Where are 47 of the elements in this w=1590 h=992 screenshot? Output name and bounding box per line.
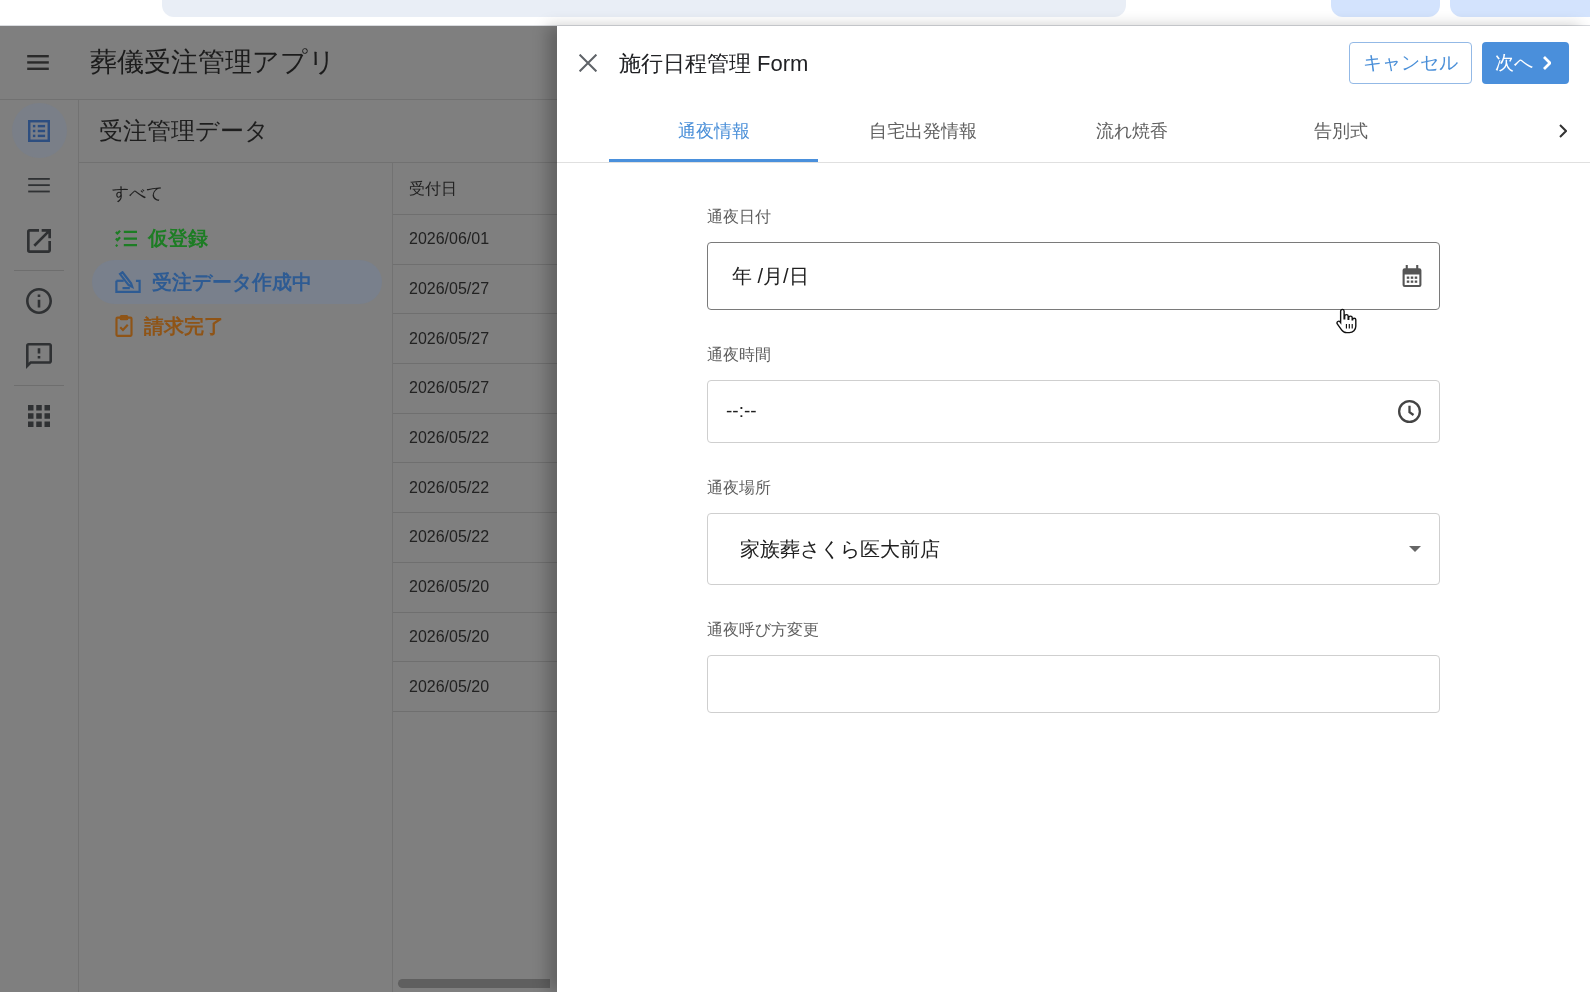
list-box-icon	[28, 119, 50, 142]
tab[interactable]: 告別式	[1236, 100, 1445, 162]
checklist-icon	[115, 229, 137, 247]
chevron-right-icon	[1543, 56, 1551, 70]
list-icon	[28, 178, 50, 193]
table-cell-text: 2026/05/20	[408, 577, 491, 598]
field-label: 通夜時間	[707, 345, 771, 365]
select-field[interactable]: 家族葬さくら医大前店	[707, 513, 1440, 585]
table-cell-text: 2026/05/22	[408, 527, 491, 548]
cancel-button[interactable]: キャンセル	[1349, 42, 1472, 84]
table-cell-text: 2026/05/27	[408, 279, 491, 300]
table-cell-text: 2026/05/20	[408, 676, 491, 697]
caret-down-icon	[1409, 546, 1421, 552]
external-link-icon	[27, 228, 51, 253]
pen-tray-icon	[115, 271, 141, 293]
clock-icon	[1398, 400, 1421, 423]
table-cell-text: 2026/05/27	[408, 378, 491, 399]
form-title: 施行日程管理 Form	[619, 49, 809, 78]
app-title: 葬儀受注管理アプリ	[90, 46, 336, 80]
close-button[interactable]	[578, 53, 598, 73]
table-cell-text: 2026/05/20	[408, 626, 491, 647]
time-field[interactable]: --:--	[707, 380, 1440, 443]
menu-icon	[27, 55, 49, 70]
date-field[interactable]: 年 /月/日	[707, 242, 1440, 310]
field-label: 通夜呼び方変更	[707, 620, 819, 640]
table-cell-text: 2026/05/22	[408, 477, 491, 498]
close-icon	[579, 54, 597, 72]
field-label: 通夜場所	[707, 478, 771, 498]
clipboard-check-icon	[115, 315, 133, 337]
field-label: 通夜日付	[707, 207, 771, 227]
chat-alert-icon	[26, 342, 52, 369]
text-field[interactable]	[707, 655, 1440, 713]
grid-icon	[28, 404, 50, 427]
info-icon	[26, 287, 52, 314]
filter-item[interactable]: すべて	[92, 172, 382, 216]
tab[interactable]: 通夜情報	[609, 100, 818, 162]
table-cell-text: 2026/06/01	[408, 229, 491, 250]
hand-cursor-icon	[1336, 308, 1358, 334]
calendar-icon	[1402, 265, 1422, 287]
table-cell-text: 2026/05/22	[408, 428, 491, 449]
tab[interactable]: 自宅出発情報	[818, 100, 1027, 162]
table-cell-text: 2026/05/27	[408, 328, 491, 349]
tab[interactable]: 流れ焼香	[1027, 100, 1236, 162]
next-button[interactable]: 次へ	[1482, 42, 1569, 84]
view-title: 受注管理データ	[99, 116, 269, 146]
scrollbar[interactable]	[398, 979, 550, 988]
chevron-right-icon	[1559, 124, 1567, 138]
